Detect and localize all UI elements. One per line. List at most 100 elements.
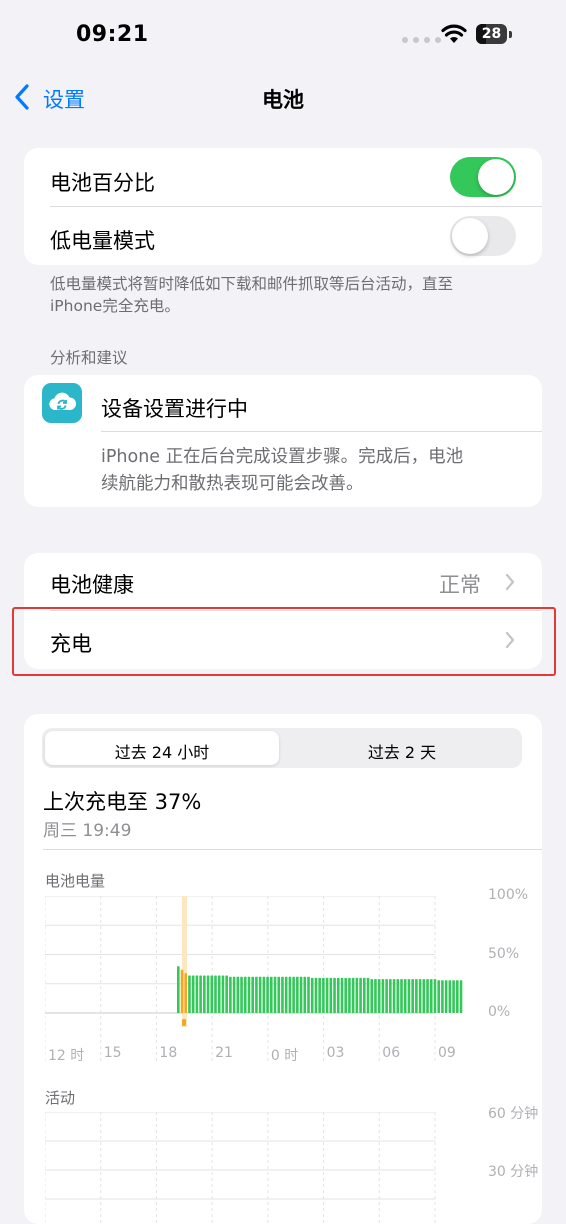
battery-bar xyxy=(444,980,448,1013)
battery-bar xyxy=(340,977,344,1013)
battery-bar xyxy=(258,976,262,1013)
charging-row-highlight xyxy=(12,607,556,676)
battery-bar xyxy=(441,980,444,1013)
x-tick: 0 时 xyxy=(270,1048,299,1064)
battery-bar xyxy=(191,975,195,1013)
battery-level: 28 xyxy=(481,26,502,42)
battery-bar xyxy=(281,976,284,1013)
battery-bar xyxy=(366,977,370,1013)
battery-bar xyxy=(381,979,385,1013)
battery-bar xyxy=(325,977,329,1013)
battery-bar xyxy=(307,976,310,1013)
cloud-sync-icon xyxy=(42,383,82,423)
low-power-footnote: 低电量模式将暂时降低如下载和邮件抓取等后台活动，直至 iPhone完全充电。 xyxy=(50,275,454,315)
battery-bar xyxy=(296,976,299,1013)
battery-bar xyxy=(225,975,228,1013)
battery-bar xyxy=(452,980,455,1013)
battery-bar xyxy=(314,977,318,1013)
battery-bar xyxy=(344,977,347,1013)
battery-bar xyxy=(232,976,236,1013)
battery-bar xyxy=(247,976,251,1013)
battery-bar xyxy=(437,980,440,1013)
wifi-icon xyxy=(441,24,467,43)
battery-bar xyxy=(336,977,340,1013)
battery-bar xyxy=(177,966,180,1013)
x-tick: 15 xyxy=(103,1045,122,1061)
battery-bar xyxy=(407,979,411,1013)
usage-card: 过去 24 小时 过去 2 天 上次充电至 37% 周三 19:49 电池电量 … xyxy=(24,714,542,1224)
battery-bar xyxy=(270,976,273,1013)
last-charge-title: 上次充电至 37% xyxy=(43,790,202,814)
battery-bar xyxy=(184,973,188,1013)
battery-level-chart xyxy=(45,896,463,1063)
status-time: 09:21 xyxy=(76,22,149,47)
chevron-right-icon xyxy=(505,573,515,591)
battery-bar xyxy=(329,977,333,1013)
battery-bar xyxy=(359,977,362,1013)
y-tick: 60 分钟 xyxy=(488,1106,539,1122)
battery-bar xyxy=(400,979,403,1013)
x-tick: 21 xyxy=(215,1045,233,1061)
page-title: 电池 xyxy=(262,88,304,112)
battery-bar xyxy=(385,979,388,1013)
battery-bar xyxy=(318,977,321,1013)
battery-bar xyxy=(303,976,307,1013)
battery-bar xyxy=(199,975,202,1013)
battery-bar xyxy=(377,979,381,1013)
battery-bar xyxy=(422,979,426,1013)
battery-bar xyxy=(210,975,214,1013)
battery-bar xyxy=(221,975,225,1013)
battery-bar xyxy=(403,979,407,1013)
x-tick: 12 时 xyxy=(48,1048,85,1064)
battery-bar xyxy=(415,979,418,1013)
battery-bar xyxy=(396,979,400,1013)
y-tick: 30 分钟 xyxy=(488,1164,539,1180)
battery-bar xyxy=(288,976,292,1013)
tab-last-2-days[interactable]: 过去 2 天 xyxy=(282,739,522,763)
low-power-mode-toggle[interactable] xyxy=(450,216,516,256)
x-tick: 06 xyxy=(382,1045,401,1061)
battery-bar xyxy=(292,976,295,1013)
battery-bar xyxy=(299,976,303,1013)
battery-bar xyxy=(243,976,247,1013)
battery-percentage-label: 电池百分比 xyxy=(50,171,155,195)
battery-bar xyxy=(266,976,269,1013)
battery-bar xyxy=(370,979,374,1013)
battery-bar xyxy=(251,976,254,1013)
analysis-description: iPhone 正在后台完成设置步骤。完成后，电池 续航能力和散热表现可能会改善。 xyxy=(101,447,464,494)
toggles-card: 电池百分比 低电量模式 xyxy=(24,148,542,265)
battery-bar xyxy=(217,975,221,1013)
x-tick: 09 xyxy=(438,1045,456,1061)
battery-health-label[interactable]: 电池健康 xyxy=(50,569,134,599)
battery-bar xyxy=(273,976,277,1013)
battery-bar xyxy=(351,977,355,1013)
battery-bar xyxy=(229,976,232,1013)
analysis-header: 分析和建议 xyxy=(50,349,128,367)
battery-bar xyxy=(411,979,414,1013)
battery-bar xyxy=(418,979,422,1013)
y-tick: 100% xyxy=(488,887,529,903)
battery-bar xyxy=(180,969,184,1013)
tab-last-24-hours[interactable]: 过去 24 小时 xyxy=(45,739,279,763)
battery-bar xyxy=(203,975,206,1013)
battery-bar xyxy=(310,977,314,1013)
analysis-card: 设备设置进行中 iPhone 正在后台完成设置步骤。完成后，电池 续航能力和散热… xyxy=(24,375,542,507)
low-power-mode-label: 低电量模式 xyxy=(50,229,155,253)
x-tick: 18 xyxy=(159,1045,178,1061)
battery-bar xyxy=(426,979,429,1013)
battery-bar xyxy=(236,976,240,1013)
battery-bar xyxy=(459,980,463,1013)
charging-indicator xyxy=(182,1019,186,1026)
battery-chart-label: 电池电量 xyxy=(45,872,106,890)
x-tick: 03 xyxy=(326,1045,345,1061)
battery-health-value: 正常 xyxy=(439,573,481,597)
battery-bar xyxy=(214,975,217,1013)
battery-percentage-toggle[interactable] xyxy=(450,157,516,197)
battery-bar xyxy=(392,979,396,1013)
battery-bar xyxy=(240,976,243,1013)
battery-bar xyxy=(363,977,366,1013)
analysis-title: 设备设置进行中 xyxy=(101,397,248,421)
battery-bar xyxy=(277,976,281,1013)
cellular-signal-icon xyxy=(402,37,441,43)
battery-icon: 28 xyxy=(476,24,512,44)
